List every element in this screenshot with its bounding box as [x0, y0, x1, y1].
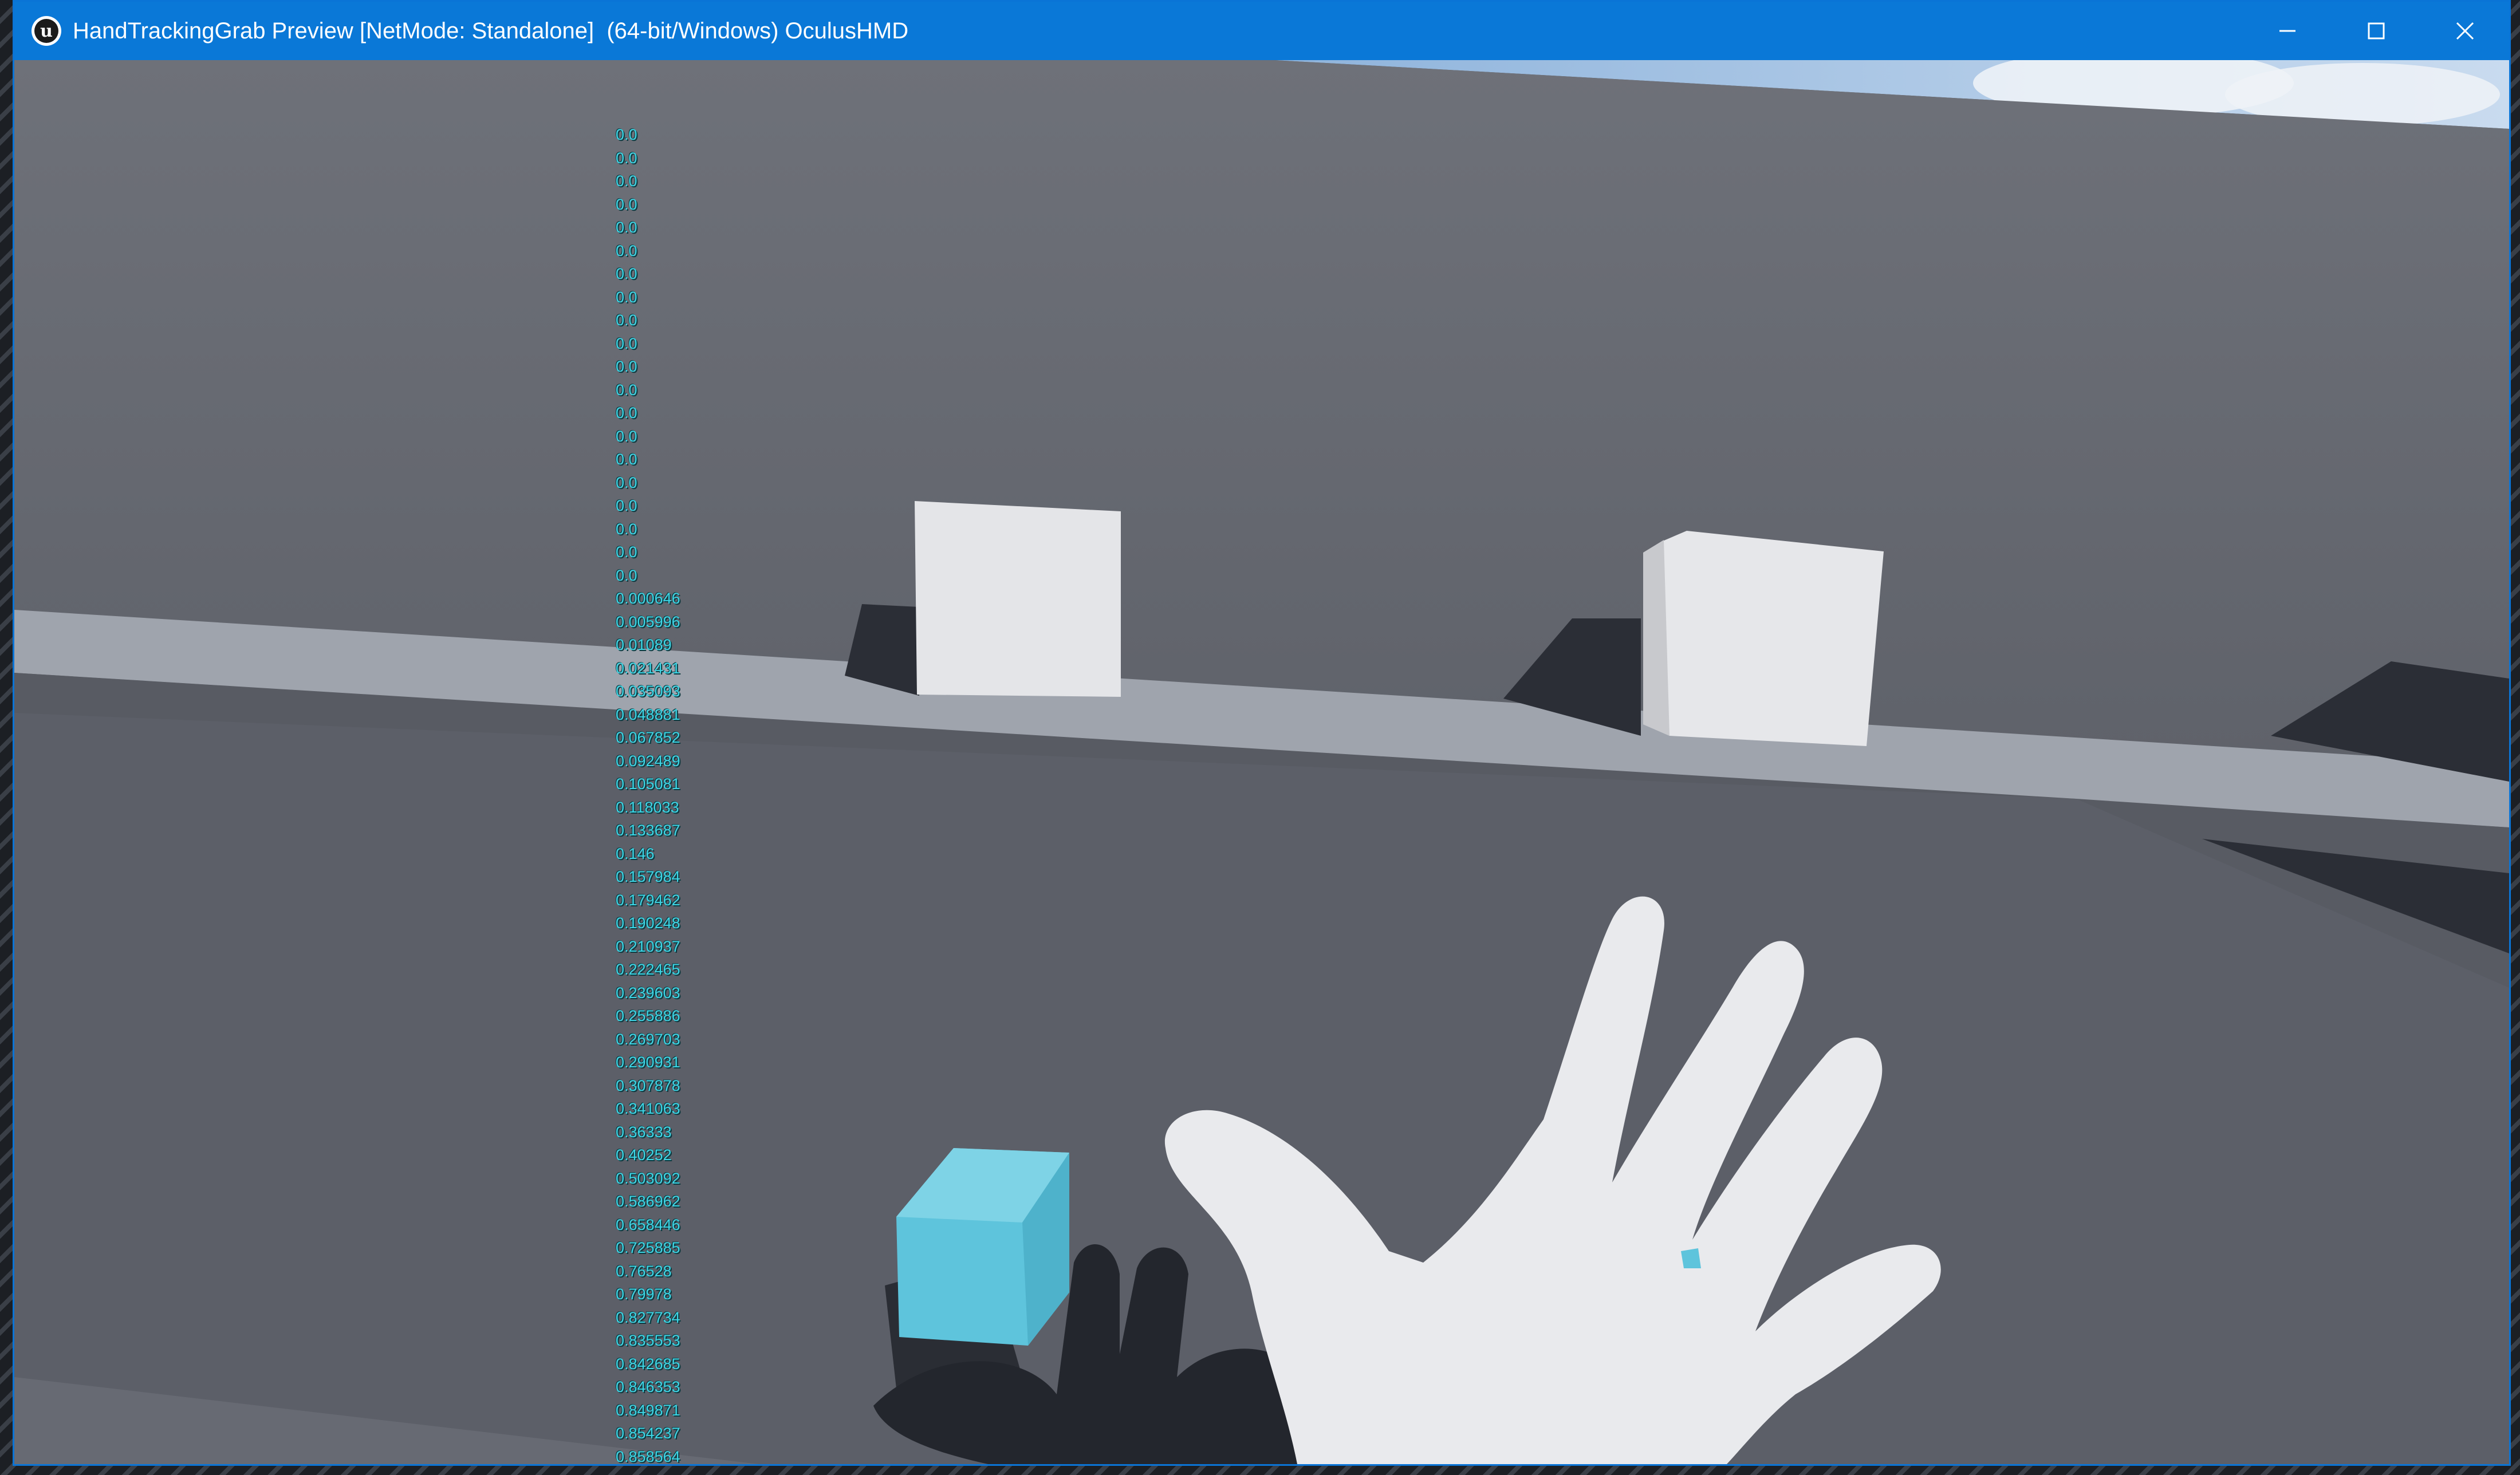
- debug-value: 0.269703: [616, 1030, 680, 1048]
- debug-value: 0.0: [616, 311, 637, 329]
- debug-value: 0.105081: [616, 775, 680, 792]
- debug-value: 0.005996: [616, 613, 680, 630]
- game-window: u HandTrackingGrab Preview [NetMode: Sta…: [13, 0, 2511, 1466]
- debug-value: 0.0: [616, 566, 637, 584]
- white-cube-2: [1643, 531, 1884, 746]
- debug-value: 0.146: [616, 845, 655, 862]
- white-cube-1: [915, 501, 1121, 697]
- debug-value: 0.048881: [616, 705, 680, 723]
- debug-value: 0.255886: [616, 1007, 680, 1024]
- debug-value: 0.133687: [616, 822, 680, 839]
- debug-value: 0.0: [616, 404, 637, 421]
- debug-value: 0.035093: [616, 683, 680, 700]
- debug-value: 0.0: [616, 242, 637, 259]
- debug-value: 0.0: [616, 474, 637, 491]
- debug-value: 0.118033: [616, 798, 679, 816]
- maximize-icon: [2368, 22, 2384, 40]
- debug-value: 0.222465: [616, 961, 680, 978]
- debug-value: 0.79978: [616, 1285, 672, 1303]
- debug-value: 0.725885: [616, 1239, 680, 1256]
- minimize-button[interactable]: [2243, 2, 2332, 60]
- debug-value: 0.36333: [616, 1123, 672, 1141]
- debug-value: 0.846353: [616, 1378, 680, 1395]
- debug-value: 0.0: [616, 427, 637, 445]
- debug-value: 0.0: [616, 381, 637, 399]
- close-icon: [2456, 22, 2474, 40]
- debug-value: 0.290931: [616, 1054, 680, 1071]
- window-title: HandTrackingGrab Preview [NetMode: Stand…: [73, 18, 909, 44]
- debug-value-list: 0.0 0.0 0.0 0.0 0.0 0.0 0.0 0.0 0.0 0.0 0.0 0.0 0.0 0…: [616, 123, 724, 1464]
- debug-value: 0.0: [616, 288, 637, 306]
- debug-value: 0.0: [616, 265, 637, 282]
- debug-value: 0.0: [616, 149, 637, 167]
- unreal-engine-logo-icon: u: [32, 16, 61, 46]
- debug-value: 0.190248: [616, 914, 680, 932]
- debug-value: 0.854237: [616, 1425, 680, 1442]
- debug-value: 0.0: [616, 334, 637, 352]
- debug-value: 0.658446: [616, 1216, 680, 1233]
- game-viewport[interactable]: 0.0 0.0 0.0 0.0 0.0 0.0 0.0 0.0 0.0 0.0 0.0 0.0 0.0 0…: [14, 60, 2509, 1464]
- debug-value: 0.0: [616, 520, 637, 538]
- debug-value: 0.157984: [616, 868, 680, 885]
- debug-value: 0.307878: [616, 1076, 680, 1094]
- debug-value: 0.341063: [616, 1100, 680, 1117]
- debug-value: 0.849871: [616, 1401, 680, 1419]
- debug-value: 0.0: [616, 543, 637, 561]
- debug-value: 0.021431: [616, 659, 680, 677]
- debug-value: 0.0: [616, 358, 637, 375]
- debug-value: 0.0: [616, 195, 637, 213]
- minimize-icon: [2279, 30, 2295, 32]
- debug-value: 0.827734: [616, 1308, 680, 1326]
- title-bar[interactable]: u HandTrackingGrab Preview [NetMode: Sta…: [14, 2, 2509, 60]
- debug-value: 0.40252: [616, 1146, 672, 1164]
- debug-value: 0.842685: [616, 1355, 680, 1373]
- debug-value: 0.586962: [616, 1193, 680, 1210]
- debug-value: 0.0: [616, 497, 637, 514]
- debug-value: 0.067852: [616, 729, 680, 746]
- debug-value: 0.0: [616, 172, 637, 190]
- debug-value: 0.000646: [616, 590, 680, 607]
- debug-value: 0.0: [616, 219, 637, 236]
- debug-value: 0.179462: [616, 891, 680, 909]
- debug-value: 0.76528: [616, 1262, 672, 1280]
- debug-value: 0.092489: [616, 752, 680, 770]
- debug-value: 0.0: [616, 451, 637, 468]
- debug-value: 0.210937: [616, 937, 680, 955]
- debug-value: 0.01089: [616, 636, 672, 653]
- debug-value: 0.0: [616, 126, 637, 143]
- debug-value: 0.835553: [616, 1332, 680, 1349]
- close-button[interactable]: [2420, 2, 2509, 60]
- 3d-scene: [14, 60, 2509, 1464]
- debug-value: 0.239603: [616, 984, 680, 1001]
- debug-value: 0.503092: [616, 1169, 680, 1187]
- debug-value: 0.858564: [616, 1448, 680, 1465]
- maximize-button[interactable]: [2332, 2, 2420, 60]
